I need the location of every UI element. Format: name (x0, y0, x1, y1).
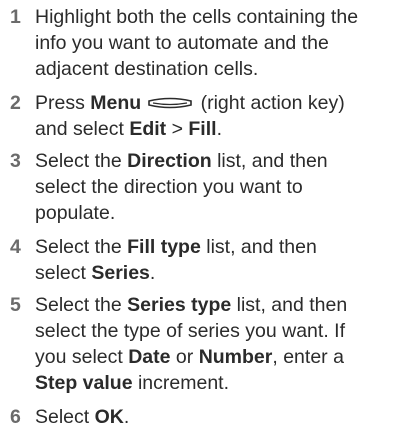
step-line: select the type of series you want. If (35, 320, 345, 342)
fill-type-label: Fill type (127, 236, 201, 258)
number-label: Number (198, 346, 273, 368)
separator: > (166, 118, 189, 140)
text-run: Select the (35, 236, 128, 258)
text-run: . (123, 406, 130, 428)
text-run: increment. (132, 372, 229, 394)
direction-label: Direction (127, 150, 212, 172)
step-line: Select OK. (35, 404, 390, 430)
step-number: 2 (10, 92, 21, 114)
text-run: list, and then (200, 236, 317, 258)
series-type-label: Series type (127, 294, 232, 316)
fill-label: Fill (188, 118, 217, 140)
text-run: select (35, 262, 92, 284)
step-line: Step value increment. (35, 370, 390, 396)
step-text: Select the Series type list, and then se… (35, 292, 390, 396)
step-text: Select OK. (35, 404, 390, 430)
text-run: Select the (35, 294, 128, 316)
step-line: and select Edit > Fill. (35, 116, 390, 142)
step-number: 5 (10, 294, 21, 316)
text-run: or (170, 346, 199, 368)
step-line: select Series. (35, 260, 390, 286)
step-number: 1 (10, 6, 21, 28)
text-run: and select (35, 118, 130, 140)
instruction-steps: 1 Highlight both the cells containing th… (0, 0, 395, 432)
step-line: you select Date or Number, enter a (35, 344, 390, 370)
step-line: Press Menu (right action key) (35, 90, 390, 116)
step-text: Highlight both the cells containing the … (35, 4, 390, 82)
menu-key-icon (148, 97, 192, 109)
date-label: Date (128, 346, 171, 368)
step-text: Select the Direction list, and then sele… (35, 148, 390, 226)
text-run: list, and then (231, 294, 348, 316)
step-line: Highlight both the cells containing the (35, 6, 359, 28)
step-line: Select the Series type list, and then (35, 292, 390, 318)
step-line: select the direction you want to (35, 176, 303, 198)
text-run: Select (35, 406, 95, 428)
text-run: . (149, 262, 156, 284)
step-value-label: Step value (35, 372, 133, 394)
ok-label: OK (94, 406, 124, 428)
step-text: Select the Fill type list, and then sele… (35, 234, 390, 286)
text-run: list, and then (211, 150, 328, 172)
step-line: info you want to automate and the (35, 32, 329, 54)
step-number: 6 (10, 406, 21, 428)
step-number: 4 (10, 236, 21, 258)
step-line: populate. (35, 202, 116, 224)
text-run: you select (35, 346, 129, 368)
step-line: Select the Direction list, and then (35, 148, 390, 174)
edit-label: Edit (129, 118, 167, 140)
text-run: (right action key) (195, 92, 345, 114)
series-label: Series (91, 262, 150, 284)
text-run: . (216, 118, 222, 140)
step-number: 3 (10, 150, 21, 172)
menu-label: Menu (90, 92, 142, 114)
step-line: adjacent destination cells. (35, 58, 259, 80)
step-line: Select the Fill type list, and then (35, 234, 390, 260)
text-run: Press (35, 92, 91, 114)
text-run: Select the (35, 150, 128, 172)
step-text: Press Menu (right action key) and select… (35, 90, 390, 142)
text-run: , enter a (272, 346, 344, 368)
